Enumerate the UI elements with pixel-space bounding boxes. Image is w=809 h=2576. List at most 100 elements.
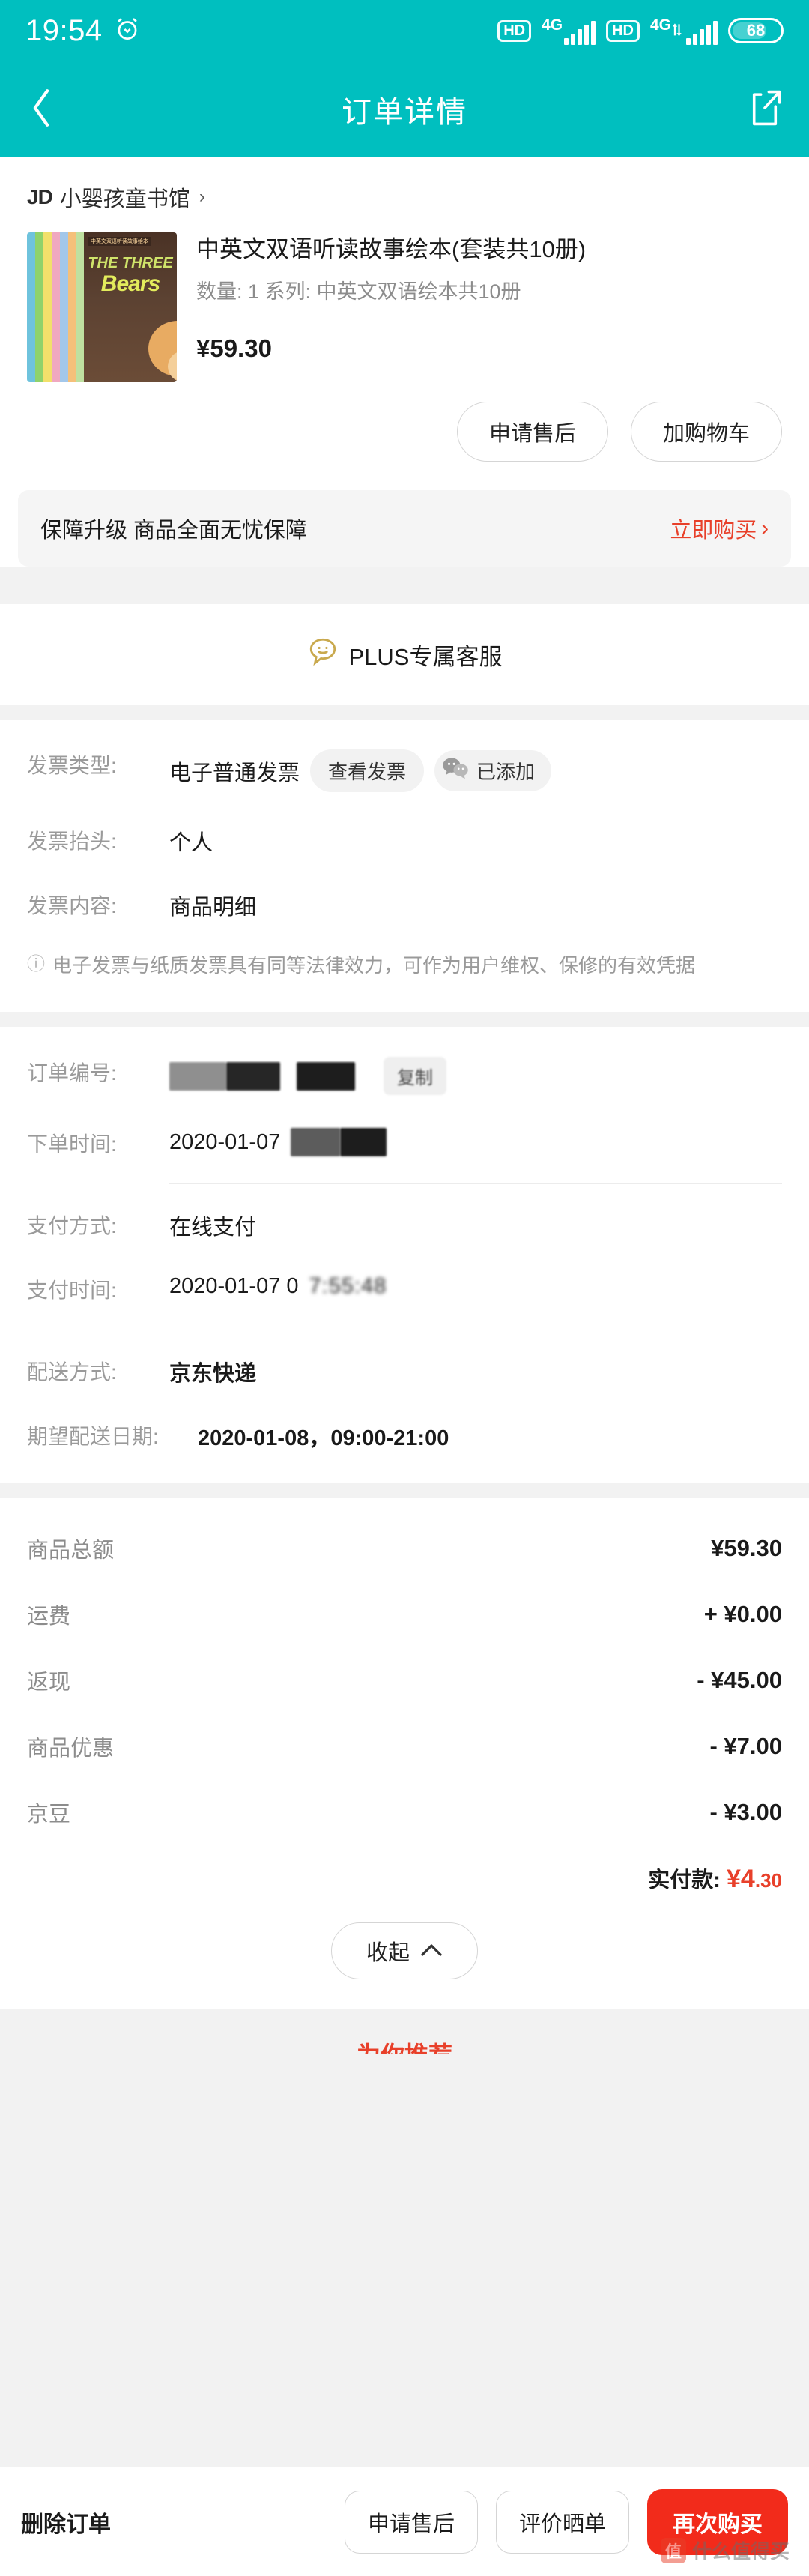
summary-value: + ¥0.00 xyxy=(703,1601,782,1627)
product-row[interactable]: 中英文双语听读故事绘本 THE THREE Bears 中英文双语听读故事绘本(… xyxy=(0,228,809,390)
invoice-type-row: 发票类型: 电子普通发票 查看发票 已添加 xyxy=(0,749,809,792)
row-divider xyxy=(169,1183,782,1184)
currency-symbol: ¥ xyxy=(727,1865,741,1893)
guarantee-buy-now[interactable]: 立即购买 › xyxy=(670,513,769,544)
row-spacer xyxy=(0,1095,809,1128)
pay-time-text: 2020-01-07 0 xyxy=(169,1274,299,1298)
paid-total-label: 实付款: xyxy=(648,1868,721,1892)
order-number-row: 订单编号: 复制 xyxy=(0,1057,809,1095)
battery-icon: 68 xyxy=(728,18,784,43)
order-created-value-group: 2020-01-07 xyxy=(169,1128,782,1156)
row-spacer xyxy=(0,1241,809,1274)
product-thumbnail[interactable]: 中英文双语听读故事绘本 THE THREE Bears xyxy=(27,232,177,382)
guarantee-banner[interactable]: 保障升级 商品全面无忧保障 立即购买 › xyxy=(18,490,791,567)
pay-time-blurred: 7:55:48 xyxy=(309,1274,387,1298)
summary-value: - ¥7.00 xyxy=(709,1733,782,1759)
cover-title-small: THE THREE xyxy=(88,255,173,271)
pay-method-row: 支付方式: 在线支付 xyxy=(0,1210,809,1241)
paid-integer: 4 xyxy=(740,1865,755,1893)
paid-total-row: 实付款: ¥4.30 xyxy=(0,1862,809,1894)
chevron-right-icon: › xyxy=(199,187,205,207)
section-gap xyxy=(0,705,809,720)
order-created-row: 下单时间: 2020-01-07 xyxy=(0,1128,809,1158)
collapse-button[interactable]: 收起 xyxy=(330,1922,478,1979)
cover-title-big: Bears xyxy=(100,271,160,296)
summary-row: 商品优惠 - ¥7.00 xyxy=(0,1731,809,1762)
section-gap xyxy=(0,1483,809,1498)
ship-method-label: 配送方式: xyxy=(27,1360,117,1384)
bottom-review-button[interactable]: 评价晒单 xyxy=(495,2490,629,2554)
invoice-content-label: 发票内容: xyxy=(27,894,117,917)
add-to-cart-button[interactable]: 加购物车 xyxy=(630,402,782,462)
smiley-chat-icon xyxy=(307,636,339,673)
signal-bars-1 xyxy=(564,20,596,45)
price-summary-card: 商品总额 ¥59.30 运费 + ¥0.00 返现 - ¥45.00 商品优惠 … xyxy=(0,1498,809,2009)
view-invoice-button[interactable]: 查看发票 xyxy=(310,749,425,792)
summary-label: 京豆 xyxy=(27,1803,71,1827)
signal-bars-2 xyxy=(686,20,718,45)
invoice-notice: ⓘ 电子发票与纸质发票具有同等法律效力，可作为用户维权、保修的有效凭据 xyxy=(0,951,809,980)
ship-date-label: 期望配送日期: xyxy=(27,1425,159,1448)
order-number-value-group: 复制 xyxy=(169,1057,782,1095)
invoice-content-value: 商品明细 xyxy=(169,896,257,920)
order-number-label: 订单编号: xyxy=(27,1061,117,1085)
wechat-icon xyxy=(442,756,469,785)
order-created-value: 2020-01-07 xyxy=(169,1129,281,1154)
product-actions: 申请售后 加购物车 xyxy=(0,390,809,490)
status-bar-right: HD 4G HD 4G 68 xyxy=(497,17,784,45)
ship-date-value: 2020-01-08，09:00-21:00 xyxy=(198,1426,449,1450)
bottom-after-sales-button[interactable]: 申请售后 xyxy=(344,2490,478,2554)
apply-after-sales-button[interactable]: 申请售后 xyxy=(456,402,608,462)
summary-value: ¥59.30 xyxy=(711,1535,782,1561)
product-meta: 数量: 1 系列: 中英文双语绘本共10册 xyxy=(196,280,521,303)
info-icon: ⓘ xyxy=(27,954,45,974)
section-gap xyxy=(0,1012,809,1027)
invoice-type-value-group: 电子普通发票 查看发票 已添加 xyxy=(169,749,782,792)
shop-row[interactable]: JD 小婴孩童书馆 › xyxy=(0,157,809,228)
status-bar-left: 19:54 xyxy=(25,14,142,48)
section-gap xyxy=(0,589,809,604)
wechat-status-label: 已添加 xyxy=(476,761,536,783)
nav-bar: 订单详情 xyxy=(0,61,809,157)
copy-order-number-button[interactable]: 复制 xyxy=(384,1057,446,1095)
pay-method-label: 支付方式: xyxy=(27,1214,117,1237)
watermark-badge: 值 xyxy=(660,2537,686,2563)
wechat-added-chip[interactable]: 已添加 xyxy=(434,750,552,791)
paid-cents: .30 xyxy=(754,1869,782,1892)
recommend-section: 为你推荐 xyxy=(0,2009,809,2054)
invoice-type-label: 发票类型: xyxy=(27,754,117,777)
guarantee-text: 保障升级 商品全面无忧保障 xyxy=(40,519,308,543)
summary-value: - ¥45.00 xyxy=(697,1667,782,1693)
alarm-clock-icon xyxy=(113,15,142,47)
product-info: 中英文双语听读故事绘本(套装共10册) 数量: 1 系列: 中英文双语绘本共10… xyxy=(196,232,782,382)
product-card: JD 小婴孩童书馆 › 中英文双语听读故事绘本 THE THREE Bears … xyxy=(0,157,809,567)
invoice-notice-text: 电子发票与纸质发票具有同等法律效力，可作为用户维权、保修的有效凭据 xyxy=(52,954,696,977)
collapse-row: 收起 xyxy=(0,1894,809,2009)
invoice-title-value: 个人 xyxy=(169,831,213,855)
shop-name: 小婴孩童书馆 xyxy=(59,187,190,211)
plus-service-row[interactable]: PLUS专属客服 xyxy=(0,604,809,705)
pay-time-label: 支付时间: xyxy=(27,1279,117,1302)
cover-tagline: 中英文双语听读故事绘本 xyxy=(88,237,151,246)
invoice-title-label: 发票抬头: xyxy=(27,830,117,853)
summary-label: 商品优惠 xyxy=(27,1737,115,1761)
summary-label: 商品总额 xyxy=(27,1539,115,1563)
row-spacer xyxy=(0,857,809,890)
invoice-card: 发票类型: 电子普通发票 查看发票 已添加 发票抬头: 个人 发票内容: 商品明… xyxy=(0,720,809,1012)
status-time: 19:54 xyxy=(25,13,103,47)
signal-icon-2: 4G xyxy=(650,17,718,45)
row-spacer xyxy=(0,1387,809,1420)
delete-order-button[interactable]: 删除订单 xyxy=(21,2506,111,2539)
summary-row: 商品总额 ¥59.30 xyxy=(0,1533,809,1564)
order-created-label: 下单时间: xyxy=(27,1132,117,1156)
order-info-card: 订单编号: 复制 下单时间: 2020-01-07 支付方式: 在线支付 支付时… xyxy=(0,1027,809,1483)
pay-method-value: 在线支付 xyxy=(169,1216,257,1240)
chevron-right-icon: › xyxy=(761,516,769,540)
network-type-1: 4G xyxy=(542,16,563,34)
recommend-title: 为你推荐 xyxy=(0,2036,809,2054)
plus-service-label: PLUS专属客服 xyxy=(348,643,503,670)
jd-logo: JD xyxy=(27,185,53,208)
invoice-title-row: 发票抬头: 个人 xyxy=(0,825,809,857)
chevron-up-icon xyxy=(420,1939,443,1964)
summary-label: 返现 xyxy=(27,1671,71,1695)
